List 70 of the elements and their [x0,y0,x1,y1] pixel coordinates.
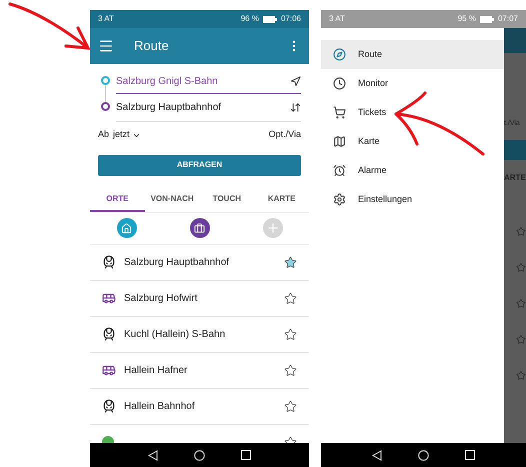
house-icon [121,222,132,234]
map-icon [333,135,346,148]
departure-time-dropdown[interactable]: jetzt [113,128,141,142]
star-icon[interactable] [284,328,297,340]
place-name: Salzburg Hauptbahnhof [124,256,230,270]
place-name: Hallein Hafner [124,364,188,378]
start-marker-icon [100,76,110,85]
destination-marker-icon [100,102,110,111]
tab[interactable]: TOUCH [200,188,254,212]
drawer-item[interactable]: Route [321,40,504,69]
swap-icon[interactable] [290,102,301,113]
settings-icon [333,193,346,206]
briefcase-icon [194,222,205,234]
home-shortcut-button[interactable] [116,218,136,238]
work-shortcut-button[interactable] [190,218,210,238]
place-row[interactable]: Hallein Bahnhof [90,388,309,424]
bus-icon [102,291,116,305]
departure-label: Ab [98,128,110,142]
menu-icon[interactable] [98,38,114,54]
plus-icon [266,221,280,235]
tab[interactable]: ORTE [90,188,145,212]
battery-icon [480,16,494,22]
tab-fragment: ARTE [504,172,526,184]
place-row[interactable]: Kuchl (Hallein) S-Bahn [90,316,309,352]
place-row[interactable]: Hallein Hafner [90,352,309,388]
place-row[interactable]: Salzburg Hofwirt [90,280,309,316]
train-icon [102,399,116,413]
place-name: Salzburg Hofwirt [124,292,198,306]
star-icon[interactable] [284,400,297,412]
compass-icon [333,48,346,61]
carrier-text: 3 AT [329,13,345,25]
tab[interactable]: KARTE [254,188,309,212]
destination-field[interactable]: Salzburg Hauptbahnhof [116,94,301,122]
star-icon [516,333,526,346]
recents-icon[interactable] [241,450,251,460]
app-header-fragment [504,28,526,53]
screen-title: Route [134,37,170,56]
star-icon [516,297,526,310]
train-icon [102,255,116,269]
clock-icon [333,77,346,90]
train-icon [102,327,116,341]
back-icon[interactable] [372,450,382,460]
home-icon[interactable] [194,450,205,460]
place-row[interactable]: Salzburg Hauptbahnhof [90,244,309,280]
bus-icon [102,363,116,377]
home-icon[interactable] [418,450,429,460]
clock-text: 07:06 [280,13,301,25]
star-icon [516,261,526,274]
back-icon[interactable] [148,450,158,460]
place-name: Hallein Bahnhof [124,400,196,414]
alarm-clock-icon [333,164,346,177]
location-icon[interactable] [290,76,301,87]
star-icon[interactable] [284,364,297,376]
star-icon[interactable] [284,292,297,304]
query-button-fragment [504,140,526,160]
battery-icon [262,16,277,22]
place-name: Kuchl (Hallein) S-Bahn [124,328,226,342]
star-icon[interactable] [284,256,297,268]
star-icon [516,369,526,382]
query-button[interactable]: ABFRAGEN [98,154,301,176]
star-icon [516,225,526,238]
clock-text: 07:07 [498,13,518,25]
carrier-text: 3 AT [98,13,114,25]
recents-icon[interactable] [465,450,475,460]
battery-text: 96 % [240,13,259,25]
options-link[interactable]: Opt./Via [268,128,301,142]
tab[interactable]: VON-NACH [144,188,200,212]
battery-text: 95 % [458,13,476,25]
cart-icon [333,106,346,119]
origin-field[interactable]: Salzburg Gnigl S-Bahn [116,70,301,94]
